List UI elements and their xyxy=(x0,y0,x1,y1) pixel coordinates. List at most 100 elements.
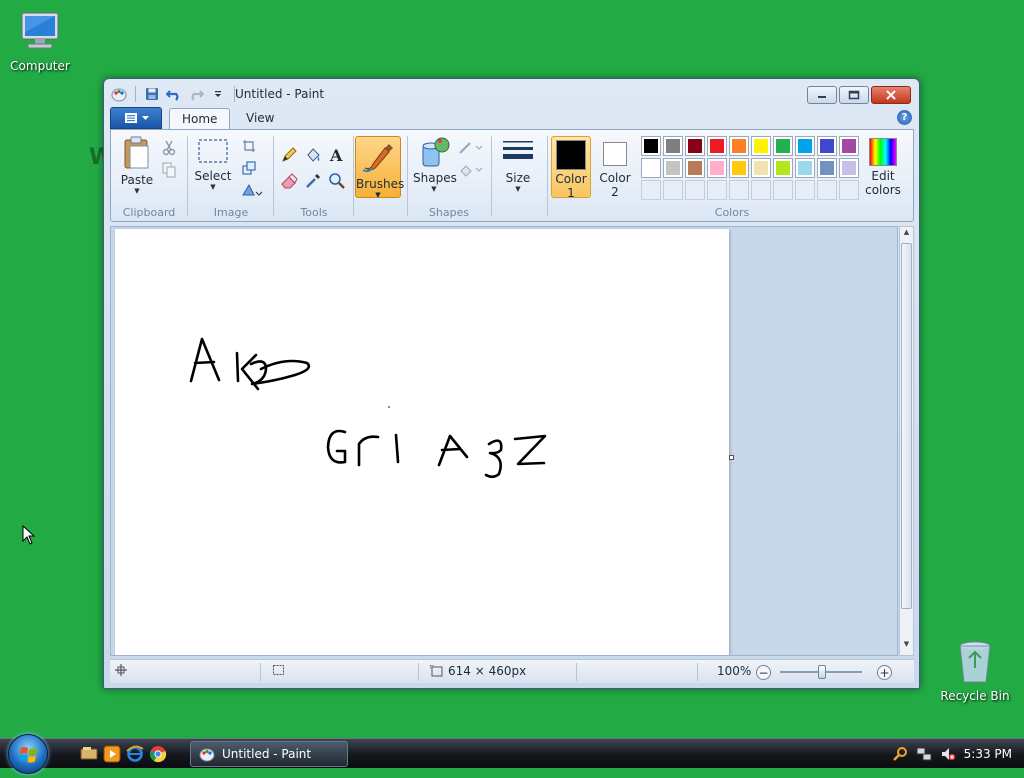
tab-home[interactable]: Home xyxy=(169,108,231,129)
size-dropdown-icon[interactable]: ▼ xyxy=(499,185,537,193)
redo-icon[interactable] xyxy=(187,85,205,103)
qat-separator xyxy=(135,86,136,102)
palette-empty-slot[interactable] xyxy=(729,180,749,200)
paste-dropdown-icon[interactable]: ▼ xyxy=(119,187,155,195)
brushes-button[interactable]: Brushes ▼ xyxy=(355,136,404,199)
palette-swatch[interactable] xyxy=(751,136,771,156)
zoom-slider-thumb[interactable] xyxy=(818,665,826,679)
palette-swatch[interactable] xyxy=(773,158,793,178)
title-bar[interactable]: Untitled - Paint xyxy=(104,79,919,109)
clock[interactable]: 5:33 PM xyxy=(964,747,1012,761)
taskbar: Untitled - Paint 5:33 PM xyxy=(0,734,1024,774)
network-icon[interactable] xyxy=(916,746,932,762)
brushes-group: Brushes ▼ xyxy=(355,134,404,220)
color1-button[interactable]: Color 1 xyxy=(551,136,591,200)
selection-size-icon xyxy=(272,664,285,676)
palette-swatch[interactable] xyxy=(773,136,793,156)
edit-colors-button[interactable]: Edit colors xyxy=(863,136,903,197)
desktop-icon-computer[interactable]: Computer xyxy=(0,8,80,73)
palette-swatch[interactable] xyxy=(729,158,749,178)
palette-swatch[interactable] xyxy=(839,158,859,178)
palette-empty-slot[interactable] xyxy=(773,180,793,200)
start-button[interactable] xyxy=(8,734,48,774)
clipboard-group-label: Clipboard xyxy=(122,206,176,219)
rotate-icon[interactable] xyxy=(239,180,269,200)
customize-dropdown-icon[interactable] xyxy=(209,85,227,103)
shapes-button[interactable]: Shapes ▼ xyxy=(413,136,457,193)
palette-swatch[interactable] xyxy=(751,158,771,178)
select-dropdown-icon[interactable]: ▼ xyxy=(193,183,233,191)
paste-button[interactable]: Paste ▼ xyxy=(119,136,155,195)
palette-swatch[interactable] xyxy=(663,158,683,178)
palette-swatch[interactable] xyxy=(839,136,859,156)
search-icon[interactable] xyxy=(892,746,908,762)
color-picker-tool-button[interactable] xyxy=(302,170,324,192)
resize-icon[interactable] xyxy=(239,158,259,178)
minimize-button[interactable] xyxy=(807,86,837,104)
fill-tool-button[interactable] xyxy=(302,144,324,166)
show-desktop-icon[interactable] xyxy=(80,745,98,763)
status-separator xyxy=(418,663,419,681)
undo-icon[interactable] xyxy=(165,85,183,103)
shapes-dropdown-icon[interactable]: ▼ xyxy=(413,185,455,193)
text-tool-button[interactable]: A xyxy=(326,144,348,166)
palette-empty-slot[interactable] xyxy=(817,180,837,200)
crop-icon[interactable] xyxy=(239,136,259,156)
zoom-out-button[interactable]: − xyxy=(756,665,771,680)
palette-empty-slot[interactable] xyxy=(795,180,815,200)
palette-swatch[interactable] xyxy=(795,136,815,156)
canvas-resize-handle[interactable] xyxy=(729,455,734,460)
size-button[interactable]: Size ▼ xyxy=(499,136,537,193)
palette-empty-slot[interactable] xyxy=(663,180,683,200)
menu-icon xyxy=(124,113,137,123)
palette-empty-slot[interactable] xyxy=(641,180,661,200)
palette-swatch[interactable] xyxy=(663,136,683,156)
cut-icon[interactable] xyxy=(159,138,179,158)
palette-swatch[interactable] xyxy=(707,158,727,178)
palette-swatch[interactable] xyxy=(641,158,661,178)
media-player-icon[interactable] xyxy=(103,745,121,763)
palette-empty-slot[interactable] xyxy=(707,180,727,200)
paint-menu-button[interactable] xyxy=(110,107,162,129)
drawing-canvas[interactable] xyxy=(115,229,729,655)
palette-swatch[interactable] xyxy=(817,136,837,156)
select-button[interactable]: Select ▼ xyxy=(193,136,233,191)
palette-swatch[interactable] xyxy=(685,158,705,178)
chrome-icon[interactable] xyxy=(149,745,167,763)
group-separator xyxy=(407,136,408,216)
palette-swatch[interactable] xyxy=(817,158,837,178)
vertical-scrollbar[interactable]: ▲ ▼ xyxy=(899,226,914,656)
maximize-button[interactable] xyxy=(839,86,869,104)
internet-explorer-icon[interactable] xyxy=(126,745,144,763)
computer-label: Computer xyxy=(10,59,70,73)
eraser-tool-button[interactable] xyxy=(278,170,300,192)
palette-swatch[interactable] xyxy=(707,136,727,156)
save-icon[interactable] xyxy=(143,85,161,103)
fill-icon[interactable] xyxy=(457,160,485,180)
desktop-icon-recycle-bin[interactable]: Recycle Bin xyxy=(937,638,1013,703)
palette-empty-slot[interactable] xyxy=(839,180,859,200)
scrollbar-thumb[interactable] xyxy=(901,243,912,609)
zoom-in-button[interactable]: + xyxy=(877,665,892,680)
help-icon[interactable]: ? xyxy=(897,110,912,125)
scroll-down-arrow-icon[interactable]: ▼ xyxy=(900,640,913,654)
palette-empty-slot[interactable] xyxy=(751,180,771,200)
palette-swatch[interactable] xyxy=(795,158,815,178)
tab-view[interactable]: View xyxy=(234,108,286,129)
palette-swatch[interactable] xyxy=(641,136,661,156)
color2-button[interactable]: Color 2 xyxy=(595,136,635,199)
volume-muted-icon[interactable] xyxy=(940,746,956,762)
copy-icon[interactable] xyxy=(159,160,179,180)
pencil-tool-button[interactable] xyxy=(278,144,300,166)
close-button[interactable] xyxy=(871,86,911,104)
palette-swatch[interactable] xyxy=(685,136,705,156)
scroll-up-arrow-icon[interactable]: ▲ xyxy=(900,228,913,242)
palette-swatch[interactable] xyxy=(729,136,749,156)
palette-empty-slot[interactable] xyxy=(685,180,705,200)
paint-app-icon[interactable] xyxy=(110,85,128,103)
magnifier-tool-button[interactable] xyxy=(326,170,348,192)
outline-icon[interactable] xyxy=(457,138,485,158)
palette-swatch-color xyxy=(644,139,658,153)
palette-swatch-color xyxy=(688,161,702,175)
taskbar-paint-button[interactable]: Untitled - Paint xyxy=(190,741,348,767)
